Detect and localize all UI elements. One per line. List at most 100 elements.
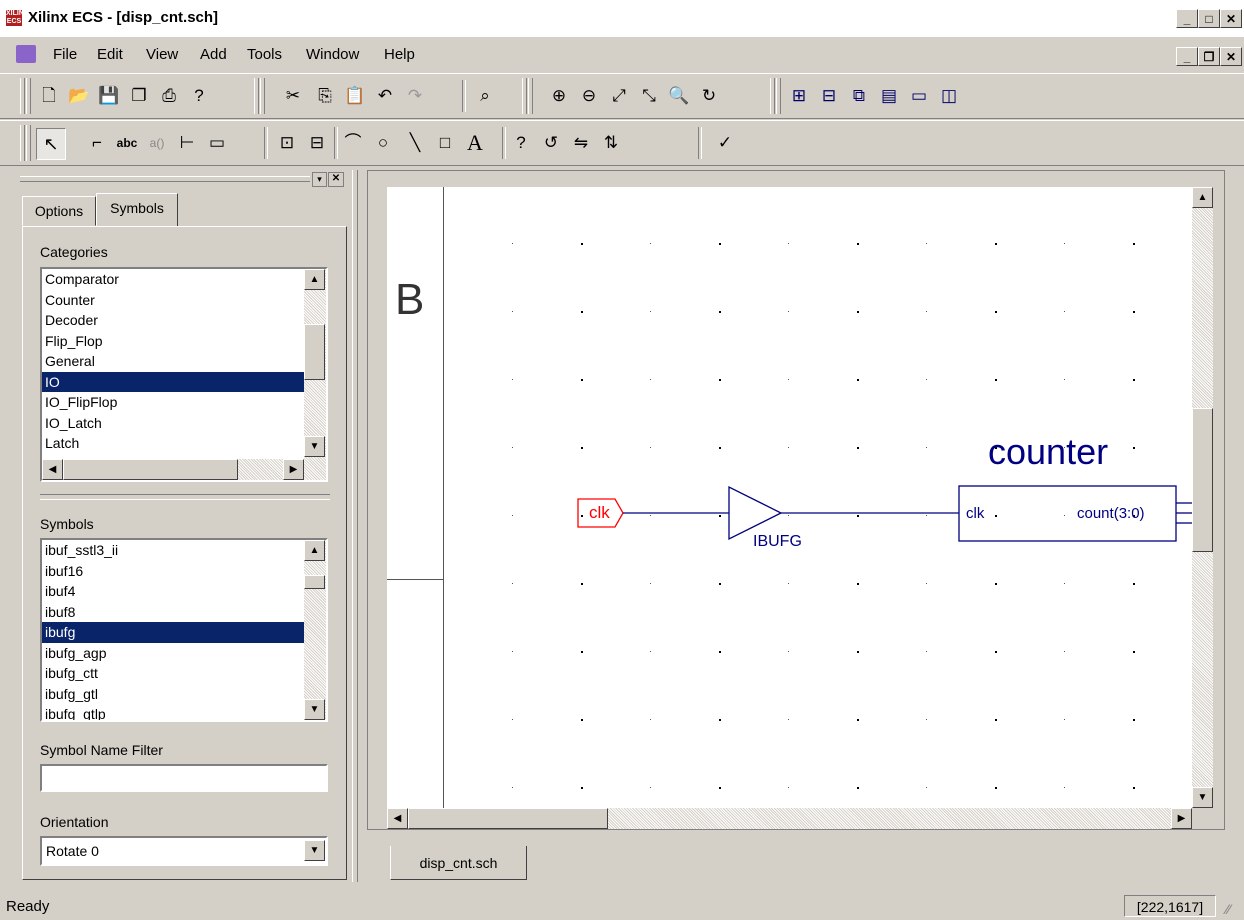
scroll-up-icon[interactable]: ▲	[304, 269, 325, 290]
maximize-icon[interactable]: □	[1198, 9, 1220, 28]
symbol-item[interactable]: ibufg_ctt	[42, 663, 304, 684]
menu-help[interactable]: Help	[384, 46, 415, 63]
category-item[interactable]: General	[42, 351, 304, 372]
symbol-item[interactable]: ibuf8	[42, 602, 304, 623]
symbol-name-filter-input[interactable]	[40, 764, 328, 792]
symbol-item[interactable]: ibuf_sstl3_ii	[42, 540, 304, 561]
cascade-icon[interactable]: ⧉	[846, 83, 872, 109]
doc-close-icon[interactable]: ✕	[1220, 47, 1242, 66]
copy-icon[interactable]: ⎘	[312, 83, 338, 109]
new-file-icon[interactable]: 🗋	[36, 83, 62, 109]
menu-window[interactable]: Window	[306, 46, 359, 63]
menu-add[interactable]: Add	[200, 46, 227, 63]
category-item[interactable]: Flip_Flop	[42, 331, 304, 352]
scroll-left-icon[interactable]: ◀	[42, 459, 63, 480]
zoom-area-icon[interactable]: 🔍	[666, 83, 692, 109]
scroll-up-icon[interactable]: ▲	[1192, 187, 1213, 208]
add-net-name-icon[interactable]: abc	[114, 130, 140, 156]
doc-restore-icon[interactable]: ❐	[1198, 47, 1220, 66]
check-schematic-icon[interactable]: ✓	[712, 130, 738, 156]
mirror-icon[interactable]: ⇋	[568, 130, 594, 156]
add-circle-icon[interactable]: ○	[370, 130, 396, 156]
scroll-down-icon[interactable]: ▼	[304, 436, 325, 457]
tile-icon[interactable]: ▤	[876, 83, 902, 109]
paste-icon[interactable]: 📋	[342, 83, 368, 109]
tile-vertical-icon[interactable]: ◫	[936, 83, 962, 109]
scroll-thumb[interactable]	[304, 575, 325, 589]
category-item[interactable]: IO_FlipFlop	[42, 392, 304, 413]
tile-horizontal-icon[interactable]: ▭	[906, 83, 932, 109]
zoom-in-icon[interactable]: ⊕	[546, 83, 572, 109]
add-wire-icon[interactable]: ⌐	[84, 130, 110, 156]
toolbar-grip[interactable]	[528, 78, 533, 114]
scroll-right-icon[interactable]: ▶	[283, 459, 304, 480]
toolbar-grip[interactable]	[260, 78, 265, 114]
print-icon[interactable]: ⎙	[156, 83, 182, 109]
schematic-canvas[interactable]: B clk IBUFG counter clk count(3:0)	[387, 187, 1192, 808]
symbols-listbox[interactable]: ibuf_sstl3_ii ibuf16 ibuf4 ibuf8 ibufg ibufg_…	[40, 538, 328, 722]
toolbar-grip[interactable]	[20, 125, 25, 161]
add-rectangle-icon[interactable]: □	[432, 130, 458, 156]
panel-dropdown-icon[interactable]: ▾	[312, 172, 327, 187]
add-io-marker-icon[interactable]: ▭	[204, 130, 230, 156]
category-item[interactable]: Decoder	[42, 310, 304, 331]
ibufg-buffer-symbol[interactable]	[728, 485, 783, 541]
help-pointer-icon[interactable]: ?	[186, 83, 212, 109]
toolbar-grip[interactable]	[770, 78, 775, 114]
hscroll-thumb[interactable]	[63, 459, 238, 480]
add-attribute-icon[interactable]: a()	[144, 130, 170, 156]
orientation-select[interactable]: Rotate 0 ▼	[40, 836, 328, 866]
doc-minimize-icon[interactable]: _	[1176, 47, 1198, 66]
scroll-thumb[interactable]	[304, 324, 325, 380]
undo-icon[interactable]: ↶	[372, 83, 398, 109]
category-item[interactable]: Counter	[42, 290, 304, 311]
redo-icon[interactable]: ↷	[402, 83, 428, 109]
chevron-down-icon[interactable]: ▼	[304, 840, 325, 861]
add-instance-icon[interactable]: ⊟	[304, 130, 330, 156]
zoom-full-icon[interactable]: ⤢	[606, 83, 632, 109]
symbol-item[interactable]: ibuf4	[42, 581, 304, 602]
open-folder-icon[interactable]: 📂	[66, 83, 92, 109]
category-item[interactable]: IO_Latch	[42, 413, 304, 434]
tab-disp-cnt-sch[interactable]: disp_cnt.sch	[390, 846, 527, 880]
symbol-item[interactable]: ibufg_agp	[42, 643, 304, 664]
panel-close-icon[interactable]: ✕	[328, 172, 344, 187]
save-all-icon[interactable]: ❐	[126, 83, 152, 109]
refresh-icon[interactable]: ↻	[696, 83, 722, 109]
cut-icon[interactable]: ✂	[280, 83, 306, 109]
xilinx-app-icon[interactable]: XILINX ECS	[6, 10, 29, 26]
add-arc-icon[interactable]: ⌒	[340, 130, 366, 156]
toolbar-grip[interactable]	[776, 78, 781, 114]
minimize-icon[interactable]: _	[1176, 9, 1198, 28]
document-icon[interactable]	[16, 45, 36, 63]
toolbar-grip[interactable]	[26, 125, 31, 161]
hierarchy-push-icon[interactable]: ⊞	[786, 83, 812, 109]
scroll-down-icon[interactable]: ▼	[1192, 787, 1213, 808]
symbol-item[interactable]: ibufg_gtlp	[42, 704, 304, 720]
toolbar-grip[interactable]	[20, 78, 25, 114]
resize-grip-icon[interactable]: ⁄⁄	[1226, 901, 1231, 917]
menu-view[interactable]: View	[146, 46, 178, 63]
close-icon[interactable]: ✕	[1220, 9, 1242, 28]
scroll-right-icon[interactable]: ▶	[1171, 808, 1192, 829]
category-item[interactable]: Latch	[42, 433, 304, 454]
hierarchy-pop-icon[interactable]: ⊟	[816, 83, 842, 109]
categories-listbox[interactable]: Comparator Counter Decoder Flip_Flop General…	[40, 267, 328, 482]
toolbar-grip[interactable]	[254, 78, 259, 114]
symbol-item[interactable]: ibuf16	[42, 561, 304, 582]
flip-icon[interactable]: ⇅	[598, 130, 624, 156]
scroll-down-icon[interactable]: ▼	[304, 699, 325, 720]
toolbar-grip[interactable]	[26, 78, 31, 114]
category-item[interactable]: Comparator	[42, 269, 304, 290]
add-bus-tap-icon[interactable]: ⊢	[174, 130, 200, 156]
panel-grip[interactable]	[20, 176, 310, 182]
category-item[interactable]: IO	[42, 371, 304, 392]
scroll-up-icon[interactable]: ▲	[304, 540, 325, 561]
add-line-icon[interactable]: ╲	[402, 130, 428, 156]
symbols-vscroll[interactable]	[304, 540, 326, 720]
save-icon[interactable]: 💾	[96, 83, 122, 109]
vertical-splitter[interactable]	[352, 170, 358, 882]
toolbar-grip[interactable]	[522, 78, 527, 114]
symbol-info-icon[interactable]: ?	[508, 130, 534, 156]
menu-tools[interactable]: Tools	[247, 46, 282, 63]
